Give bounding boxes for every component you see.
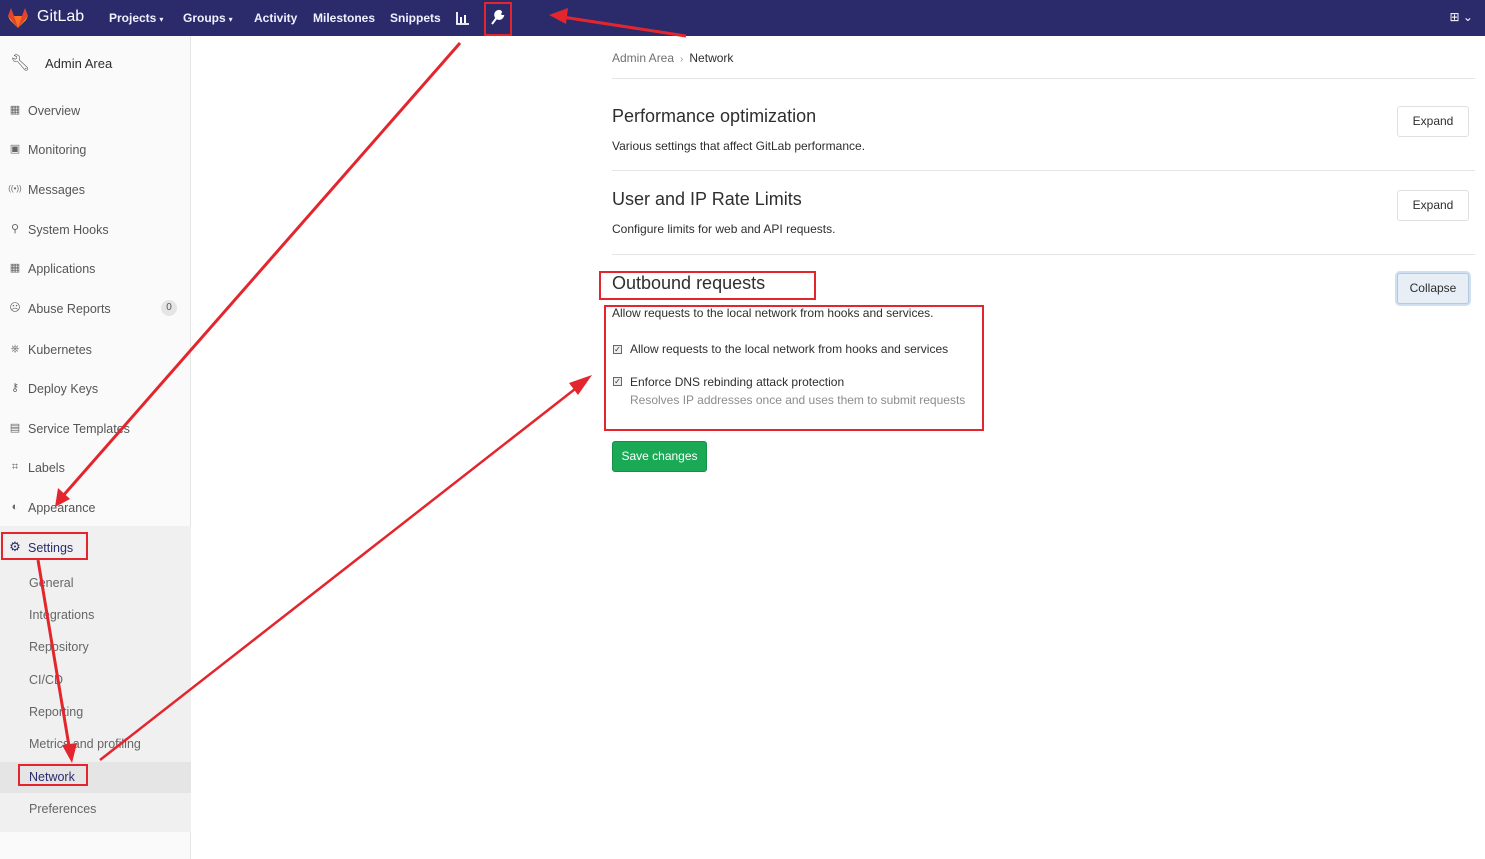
arrow-to-admin-icon <box>555 14 687 38</box>
arrowhead-icon <box>62 743 77 763</box>
annotation-arrows <box>36 8 687 763</box>
arrow-to-outbound <box>99 381 585 761</box>
arrowhead-icon <box>549 8 568 24</box>
arrow-to-network <box>36 559 72 753</box>
arrow-to-settings <box>60 42 462 498</box>
